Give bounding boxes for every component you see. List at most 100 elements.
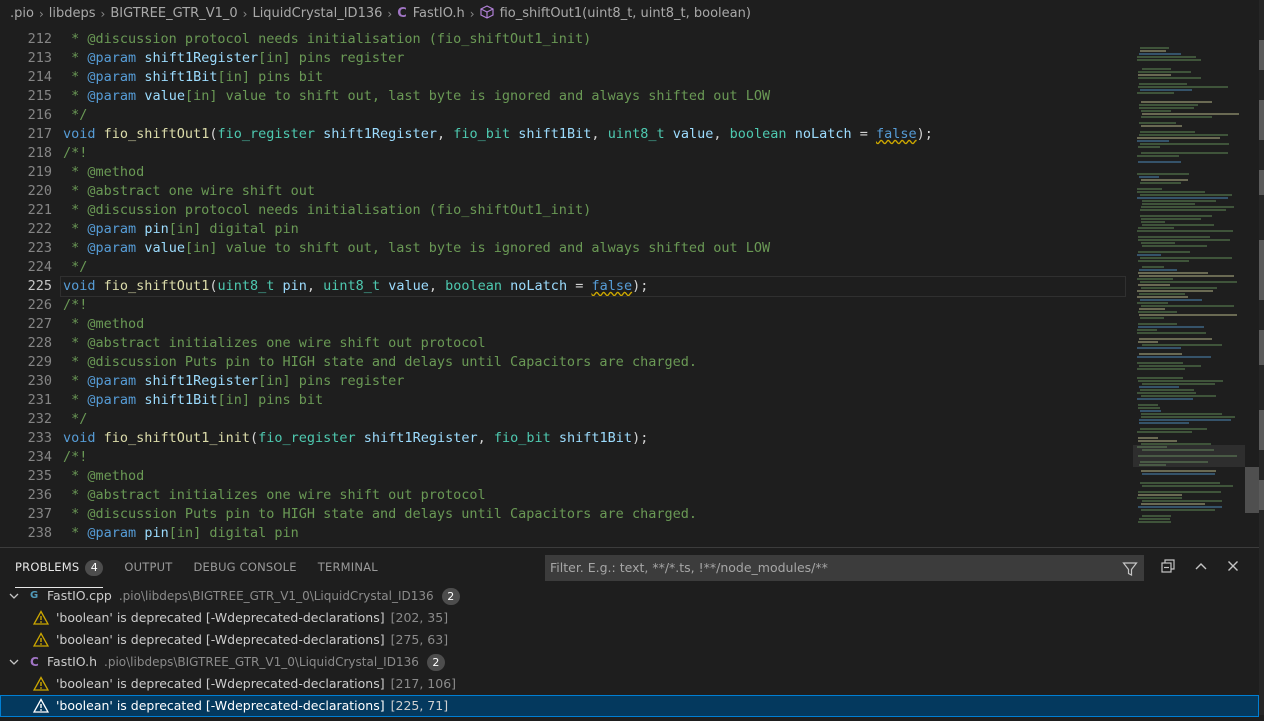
minimap-line xyxy=(1141,305,1234,307)
problem-message: 'boolean' is deprecated [-Wdeprecated-de… xyxy=(56,610,385,625)
code-line[interactable]: * @param pin[in] digital pin xyxy=(63,220,1133,239)
minimap-line xyxy=(1137,173,1189,175)
code-line[interactable]: * @discussion protocol needs initialisat… xyxy=(63,201,1133,220)
minimap-line xyxy=(1141,218,1201,220)
line-number: 215 xyxy=(27,88,52,104)
close-panel-icon[interactable] xyxy=(1223,558,1243,578)
tab-terminal[interactable]: TERMINAL xyxy=(318,548,378,588)
code-line[interactable]: */ xyxy=(63,106,1133,125)
minimap-line xyxy=(1141,152,1228,154)
minimap-line xyxy=(1137,431,1192,433)
minimap-line xyxy=(1142,344,1222,346)
minimap-line xyxy=(1139,176,1159,178)
minimap-line xyxy=(1137,254,1161,256)
breadcrumb-item-bigtree[interactable]: BIGTREE_GTR_V1_0 xyxy=(110,6,237,21)
code-line[interactable]: * @abstract initializes one wire shift o… xyxy=(63,486,1133,505)
code-line[interactable]: /*! xyxy=(63,296,1133,315)
minimap-line xyxy=(1141,101,1212,103)
code-line[interactable]: /*! xyxy=(63,448,1133,467)
code-line[interactable]: * @param shift1Register[in] pins registe… xyxy=(63,372,1133,391)
code-line[interactable]: * @discussion Puts pin to HIGH state and… xyxy=(63,505,1133,524)
maximize-panel-icon[interactable] xyxy=(1191,558,1211,578)
code-lines[interactable]: * @discussion protocol needs initialisat… xyxy=(60,30,1133,543)
code-line-current[interactable]: void fio_shiftOut1(uint8_t pin, uint8_t … xyxy=(60,276,1126,297)
problem-item[interactable]: 'boolean' is deprecated [-Wdeprecated-de… xyxy=(0,673,1259,695)
chevron-right-icon: › xyxy=(100,6,106,21)
minimap-line xyxy=(1140,317,1164,319)
code-line[interactable]: * @discussion protocol needs initialisat… xyxy=(63,30,1133,49)
minimap-line xyxy=(1141,221,1165,223)
chevron-right-icon: › xyxy=(469,6,475,21)
code-editor[interactable]: 212 213 214 215 216 217 218 219 220 221 … xyxy=(0,27,1259,547)
sidebar-edge xyxy=(1259,0,1264,715)
code-line[interactable]: void fio_shiftOut1(fio_register shift1Re… xyxy=(63,125,1133,144)
breadcrumb-item-symbol[interactable]: fio_shiftOut1(uint8_t, uint8_t, boolean) xyxy=(500,6,751,21)
minimap-line xyxy=(1137,140,1169,142)
minimap[interactable] xyxy=(1133,27,1245,547)
warning-icon xyxy=(32,698,50,714)
filter-icon[interactable] xyxy=(1122,560,1138,576)
minimap-line xyxy=(1138,74,1171,76)
minimap-line xyxy=(1137,230,1233,232)
code-line[interactable]: * @param value[in] value to shift out, l… xyxy=(63,239,1133,258)
minimap-line xyxy=(1139,338,1212,340)
minimap-line xyxy=(1142,113,1239,115)
minimap-line xyxy=(1141,470,1216,472)
minimap-line xyxy=(1141,206,1234,208)
minimap-line xyxy=(1140,281,1237,283)
code-line[interactable]: * @abstract one wire shift out xyxy=(63,182,1133,201)
minimap-line xyxy=(1140,89,1192,91)
code-line[interactable]: /*! xyxy=(63,144,1133,163)
editor-scrollbar-thumb[interactable] xyxy=(1245,467,1259,513)
tab-problems[interactable]: PROBLEMS 4 xyxy=(15,548,104,588)
code-line[interactable]: * @param shift1Bit[in] pins bit xyxy=(63,391,1133,410)
collapse-all-icon[interactable] xyxy=(1158,558,1178,578)
problem-item[interactable]: 'boolean' is deprecated [-Wdeprecated-de… xyxy=(0,629,1259,651)
problem-item[interactable]: 'boolean' is deprecated [-Wdeprecated-de… xyxy=(0,607,1259,629)
minimap-line xyxy=(1141,125,1182,127)
minimap-line xyxy=(1142,383,1215,385)
problem-message: 'boolean' is deprecated [-Wdeprecated-de… xyxy=(56,676,385,691)
problem-file-group[interactable]: C FastIO.h .pio\libdeps\BIGTREE_GTR_V1_0\… xyxy=(0,651,1259,673)
code-line[interactable]: * @param shift1Bit[in] pins bit xyxy=(63,68,1133,87)
warning-icon xyxy=(32,610,50,626)
minimap-line xyxy=(1138,506,1222,508)
breadcrumb-item-pio[interactable]: .pio xyxy=(10,6,34,21)
problem-count-badge: 2 xyxy=(426,654,445,671)
breadcrumb-item-libdeps[interactable]: libdeps xyxy=(49,6,96,21)
code-line[interactable]: * @method xyxy=(63,467,1133,486)
chevron-right-icon: › xyxy=(38,6,44,21)
minimap-line xyxy=(1139,365,1201,367)
breadcrumb-item-file[interactable]: FastIO.h xyxy=(413,6,465,21)
code-line[interactable]: * @param shift1Register[in] pins registe… xyxy=(63,49,1133,68)
code-line[interactable]: * @abstract initializes one wire shift o… xyxy=(63,334,1133,353)
minimap-line xyxy=(1141,416,1235,418)
code-line[interactable]: * @discussion Puts pin to HIGH state and… xyxy=(63,353,1133,372)
problem-file-group[interactable]: G FastIO.cpp .pio\libdeps\BIGTREE_GTR_V1_… xyxy=(0,585,1259,607)
code-line[interactable]: */ xyxy=(63,258,1133,277)
breadcrumb-item-liquidcrystal[interactable]: LiquidCrystal_ID136 xyxy=(252,6,382,21)
tab-output[interactable]: OUTPUT xyxy=(124,548,172,588)
code-line[interactable]: * @param value[in] value to shift out, l… xyxy=(63,87,1133,106)
code-line[interactable]: * @param pin[in] digital pin xyxy=(63,524,1133,543)
code-line[interactable]: void fio_shiftOut1_init(fio_register shi… xyxy=(63,429,1133,448)
minimap-line xyxy=(1137,155,1179,157)
problem-item-selected[interactable]: 'boolean' is deprecated [-Wdeprecated-de… xyxy=(0,695,1259,717)
code-line[interactable]: * @method xyxy=(63,163,1133,182)
line-number: 228 xyxy=(27,335,52,351)
minimap-viewport[interactable] xyxy=(1133,445,1245,467)
code-line[interactable]: * @method xyxy=(63,315,1133,334)
minimap-line xyxy=(1140,389,1194,391)
code-line[interactable]: */ xyxy=(63,410,1133,429)
line-number: 236 xyxy=(27,487,52,503)
c-file-icon: C xyxy=(397,6,407,21)
line-number: 218 xyxy=(27,145,52,161)
tab-debug-console[interactable]: DEBUG CONSOLE xyxy=(193,548,296,588)
minimap-line xyxy=(1142,68,1171,70)
problems-filter-input[interactable]: Filter. E.g.: text, **/*.ts, !**/node_mo… xyxy=(545,555,1144,581)
line-number-current: 225 xyxy=(27,278,52,294)
minimap-line xyxy=(1139,104,1198,106)
problem-file-name: FastIO.h xyxy=(47,654,98,669)
minimap-line xyxy=(1138,284,1170,286)
minimap-line xyxy=(1137,329,1157,331)
